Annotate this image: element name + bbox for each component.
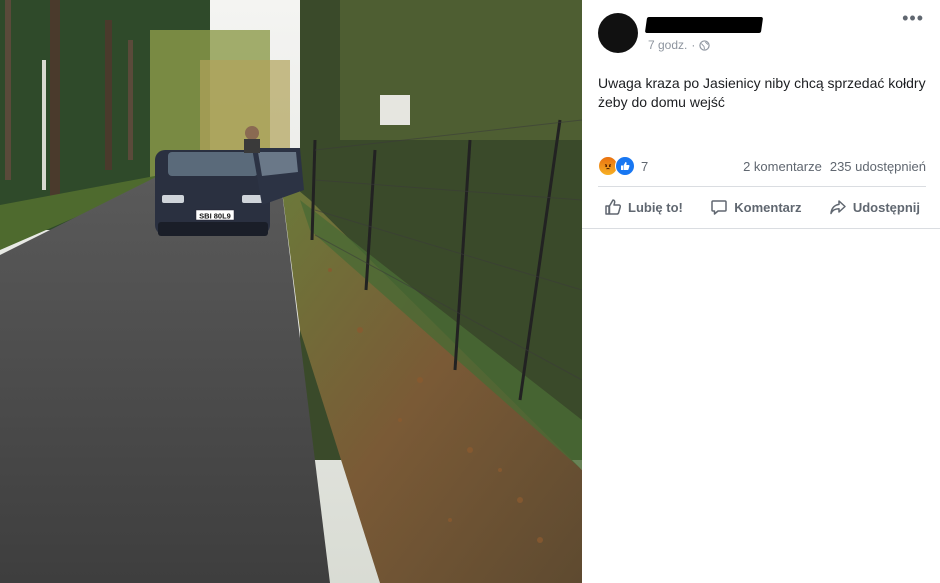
divider bbox=[598, 186, 926, 187]
share-arrow-icon bbox=[830, 200, 846, 215]
comments-count[interactable]: 2 komentarze bbox=[743, 159, 822, 174]
globe-icon[interactable] bbox=[699, 39, 711, 51]
separator-dot: · bbox=[691, 38, 696, 52]
thumbs-up-icon bbox=[605, 199, 622, 215]
post-time[interactable]: 7 godz. bbox=[648, 38, 687, 52]
like-label: Lubię to! bbox=[628, 199, 683, 215]
post-photo[interactable]: SBI 80L9 bbox=[0, 0, 582, 583]
post-panel: 7 godz. · ••• Uwaga kraza po Jasienicy n… bbox=[582, 0, 940, 583]
avatar[interactable] bbox=[598, 13, 638, 53]
reactions-summary[interactable]: 7 bbox=[598, 156, 648, 176]
comment-icon bbox=[711, 200, 728, 215]
reaction-count: 7 bbox=[641, 158, 649, 174]
comment-button[interactable]: Komentarz bbox=[704, 190, 807, 224]
like-reaction-icon bbox=[615, 156, 635, 176]
comment-label: Komentarz bbox=[734, 199, 802, 215]
redacted-author-name bbox=[644, 17, 764, 33]
like-button[interactable]: Lubię to! bbox=[598, 190, 689, 224]
share-label: Udostępnij bbox=[852, 199, 920, 215]
shares-count[interactable]: 235 udostępnień bbox=[830, 159, 926, 174]
more-options-button[interactable]: ••• bbox=[902, 8, 924, 29]
post-text: Uwaga kraza po Jasienicy niby chcą sprze… bbox=[598, 75, 926, 110]
photo-scene: SBI 80L9 bbox=[0, 0, 582, 583]
license-plate: SBI 80L9 bbox=[199, 212, 231, 221]
engagement-counts: 2 komentarze 235 udostępnień bbox=[743, 159, 926, 174]
bottom-divider bbox=[582, 228, 940, 229]
share-button[interactable]: Udostępnij bbox=[823, 190, 926, 224]
post-actions: Lubię to! Komentarz Udostępnij bbox=[598, 190, 926, 224]
post-meta: 7 godz. · bbox=[648, 38, 711, 52]
